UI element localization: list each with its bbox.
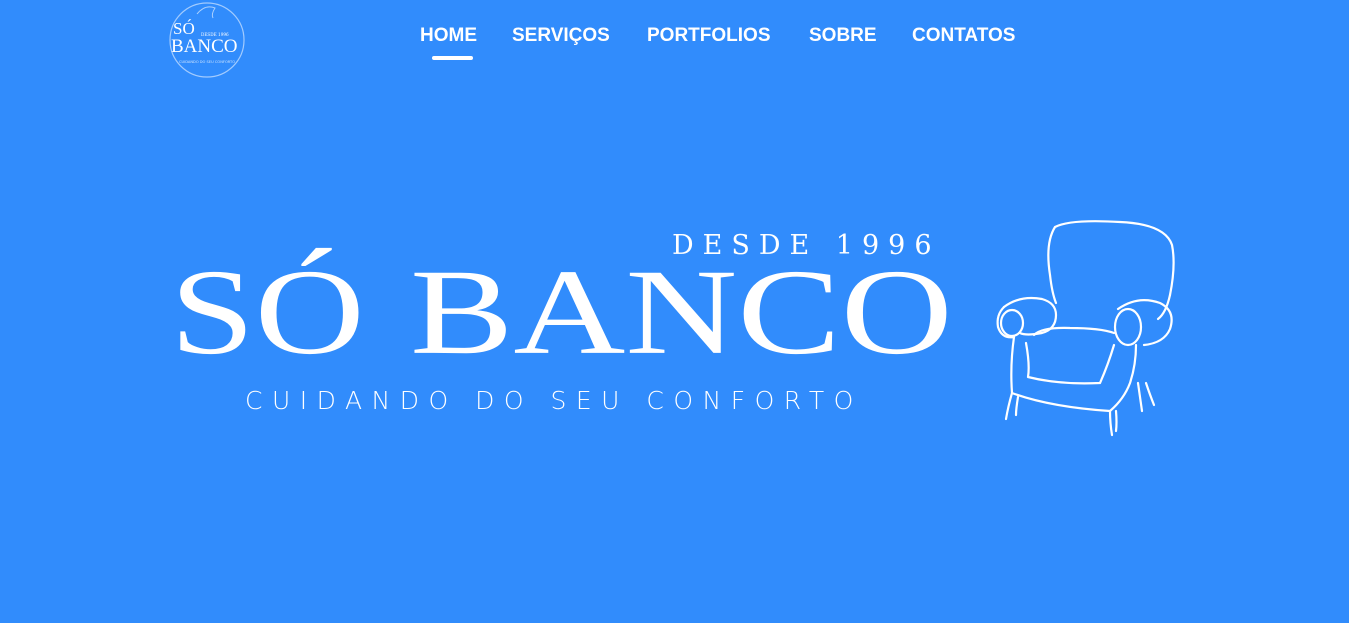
hero-tagline: CUIDANDO DO SEU CONFORTO bbox=[245, 386, 863, 415]
hero-brand-banco: BANCO bbox=[410, 244, 953, 380]
armchair-icon bbox=[996, 220, 1175, 437]
hero-section: DESDE 1996 SÓ BANCO CUIDANDO DO SEU CONF… bbox=[0, 0, 1349, 623]
hero-brand-so: SÓ bbox=[170, 244, 365, 380]
